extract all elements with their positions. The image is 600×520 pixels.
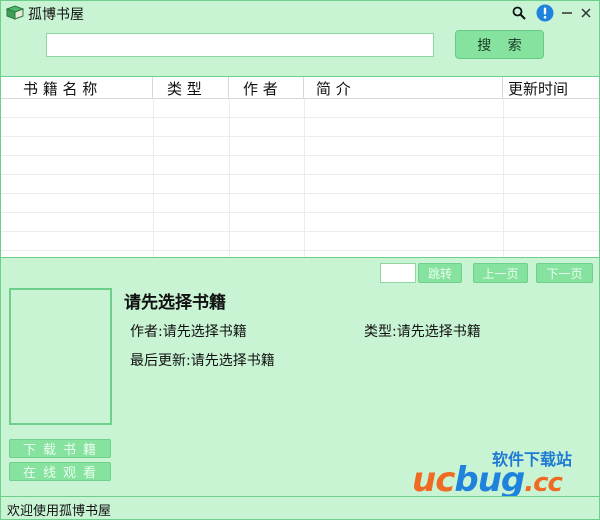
book-icon [5, 5, 25, 21]
updated-info: 最后更新:请先选择书籍 [130, 350, 275, 370]
status-bar: 欢迎使用孤博书屋 [1, 496, 599, 519]
table-header: 书 籍 名 称 类 型 作 者 简 介 更新时间 [1, 77, 599, 99]
table-row[interactable] [1, 156, 599, 175]
status-text: 欢迎使用孤博书屋 [7, 504, 112, 519]
watermark-logo: ucbug.cc [412, 460, 563, 500]
title-bar: 孤博书屋 [1, 1, 599, 25]
book-title: 请先选择书籍 [124, 293, 226, 313]
updated-value: 请先选择书籍 [190, 353, 275, 369]
column-divider [229, 99, 230, 257]
table-row[interactable] [1, 232, 599, 251]
prev-page-button[interactable]: 上一页 [473, 263, 528, 283]
book-table[interactable]: 书 籍 名 称 类 型 作 者 简 介 更新时间 [1, 76, 599, 258]
page-number-input[interactable] [380, 263, 416, 283]
column-header-summary[interactable]: 简 介 [304, 77, 503, 99]
type-label: 类型: [364, 324, 397, 340]
window-title: 孤博书屋 [28, 7, 84, 23]
app-window: 孤博书屋 搜 索 书 籍 名 称 类 型 作 者 简 介 更新时间 跳转 上一页… [0, 0, 600, 520]
search-input[interactable] [46, 33, 434, 57]
type-value: 请先选择书籍 [396, 324, 481, 340]
close-icon[interactable] [576, 3, 596, 23]
site-watermark: 软件下载站 ucbug.cc [406, 446, 596, 500]
table-row[interactable] [1, 118, 599, 137]
table-row[interactable] [1, 194, 599, 213]
download-button[interactable]: 下载书籍 [9, 439, 111, 458]
read-online-button[interactable]: 在线观看 [9, 462, 111, 481]
column-header-author[interactable]: 作 者 [229, 77, 304, 99]
search-bar: 搜 索 [1, 25, 599, 75]
info-icon[interactable] [535, 3, 555, 23]
column-header-book-name[interactable]: 书 籍 名 称 [1, 77, 153, 99]
next-page-button[interactable]: 下一页 [536, 263, 593, 283]
table-row[interactable] [1, 137, 599, 156]
author-value: 请先选择书籍 [162, 324, 247, 340]
updated-label: 最后更新: [130, 353, 191, 369]
book-cover [9, 288, 112, 425]
author-info: 作者:请先选择书籍 [130, 321, 247, 341]
minimize-icon[interactable] [557, 3, 577, 23]
jump-button[interactable]: 跳转 [418, 263, 462, 283]
column-header-type[interactable]: 类 型 [153, 77, 229, 99]
column-divider [304, 99, 305, 257]
search-icon[interactable] [509, 3, 529, 23]
search-button[interactable]: 搜 索 [455, 30, 544, 59]
table-row[interactable] [1, 213, 599, 232]
type-info: 类型:请先选择书籍 [364, 321, 481, 341]
table-row[interactable] [1, 175, 599, 194]
column-divider [153, 99, 154, 257]
table-row[interactable] [1, 99, 599, 118]
column-divider [503, 99, 504, 257]
author-label: 作者: [130, 324, 163, 340]
column-header-updated[interactable]: 更新时间 [503, 77, 599, 99]
